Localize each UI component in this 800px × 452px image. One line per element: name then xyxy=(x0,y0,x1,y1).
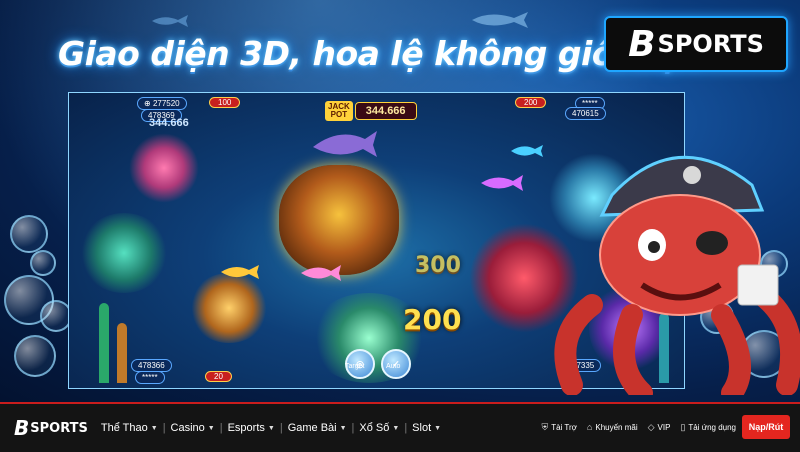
utility-links: ⛨ Tài Trợ ⌂ Khuyến mãi ◇ VIP ▯ Tải ứng dụng xyxy=(531,404,736,450)
caret-down-icon: ▼ xyxy=(150,424,158,432)
menu-label: Casino xyxy=(170,422,205,434)
bubble xyxy=(30,250,56,276)
deposit-withdraw-button[interactable]: Nạp/Rút xyxy=(742,415,790,439)
fish xyxy=(301,265,341,281)
logo-mark: B xyxy=(14,416,30,440)
shark-creature xyxy=(313,131,377,157)
bubble xyxy=(14,335,56,377)
player-masked-bottom-left: ***** xyxy=(135,371,165,384)
shield-icon: ⛨ xyxy=(541,421,549,432)
coral xyxy=(129,133,199,203)
link-label: Tải ứng dụng xyxy=(688,422,736,432)
seaweed xyxy=(117,323,127,383)
jackpot-value: 344.666 xyxy=(354,102,417,120)
coral xyxy=(189,273,269,343)
menu-label: Game Bài xyxy=(287,422,337,434)
bet-top-right: 200 xyxy=(515,97,547,108)
logo-mark: B xyxy=(628,23,656,65)
tag-icon: ⌂ xyxy=(586,422,593,432)
link-label: Khuyến mãi xyxy=(595,422,638,432)
player-id-top-right: 470615 xyxy=(565,107,606,120)
site-navbar: B SPORTS Thể Thao ▼ | Casino ▼ | Esports ▼ … xyxy=(0,402,800,452)
caret-down-icon: ▼ xyxy=(434,424,442,432)
score-popup: 200 xyxy=(403,303,462,336)
balance-top-left: 344.666 xyxy=(149,117,189,129)
diamond-icon: ◇ xyxy=(647,421,655,432)
logo-text: SPORTS xyxy=(657,30,764,58)
link-vip[interactable]: ◇ VIP xyxy=(648,422,671,433)
target-label: Target xyxy=(345,363,365,370)
shark-silhouette xyxy=(472,12,528,28)
seaweed xyxy=(99,303,109,383)
fish xyxy=(481,175,523,191)
menu-label: Thể Thao xyxy=(100,422,148,434)
logo-text: SPORTS xyxy=(30,420,88,436)
phone-icon: ▯ xyxy=(680,421,686,432)
navbar-logo[interactable]: B SPORTS xyxy=(14,416,88,440)
coins-value: 277520 xyxy=(152,99,180,108)
bet-top-left: 100 xyxy=(209,97,241,108)
promo-banner: Giao diện 3D, hoa lệ không giới hạn B SP… xyxy=(0,0,800,402)
link-khuyen-mai[interactable]: ⌂ Khuyến mãi xyxy=(587,422,638,432)
jackpot-tag: JACK POT xyxy=(325,101,353,121)
menu-label: Xổ Số xyxy=(359,422,390,434)
jackpot-display: JACK POT 344.666 xyxy=(325,101,417,121)
main-menu: Thể Thao ▼ | Casino ▼ | Esports ▼ | Game Bà… xyxy=(96,422,446,434)
bet-bottom-left: 20 xyxy=(205,371,232,382)
coral xyxy=(79,213,169,293)
score-popup: 300 xyxy=(415,253,461,278)
menu-item-game-bai[interactable]: Game Bài ▼ xyxy=(283,422,352,434)
link-label: VIP xyxy=(657,422,671,432)
menu-item-the-thao[interactable]: Thể Thao ▼ xyxy=(96,422,163,434)
link-tai-tro[interactable]: ⛨ Tài Trợ xyxy=(541,422,576,433)
link-label: Tài Trợ xyxy=(551,422,577,432)
fish xyxy=(221,265,259,279)
menu-item-esports[interactable]: Esports ▼ xyxy=(223,422,280,434)
auto-label: Auto xyxy=(386,363,401,370)
bubble xyxy=(10,215,48,253)
menu-label: Esports xyxy=(227,422,265,434)
jackpot-label-2: POT xyxy=(330,110,348,119)
caret-down-icon: ▼ xyxy=(267,424,275,432)
menu-item-xo-so[interactable]: Xổ Số ▼ xyxy=(354,422,404,434)
menu-item-slot[interactable]: Slot ▼ xyxy=(407,422,446,434)
bsports-logo[interactable]: B SPORTS xyxy=(604,16,788,72)
fish-silhouette xyxy=(152,15,188,27)
caret-down-icon: ▼ xyxy=(392,424,400,432)
menu-item-casino[interactable]: Casino ▼ xyxy=(166,422,220,434)
pirate-octopus-character xyxy=(554,155,800,395)
fish xyxy=(511,145,543,157)
menu-label: Slot xyxy=(412,422,432,434)
link-tai-ung-dung[interactable]: ▯ Tải ứng dụng xyxy=(680,422,736,433)
caret-down-icon: ▼ xyxy=(339,424,347,432)
caret-down-icon: ▼ xyxy=(207,424,215,432)
turtle-boss[interactable] xyxy=(279,165,399,275)
